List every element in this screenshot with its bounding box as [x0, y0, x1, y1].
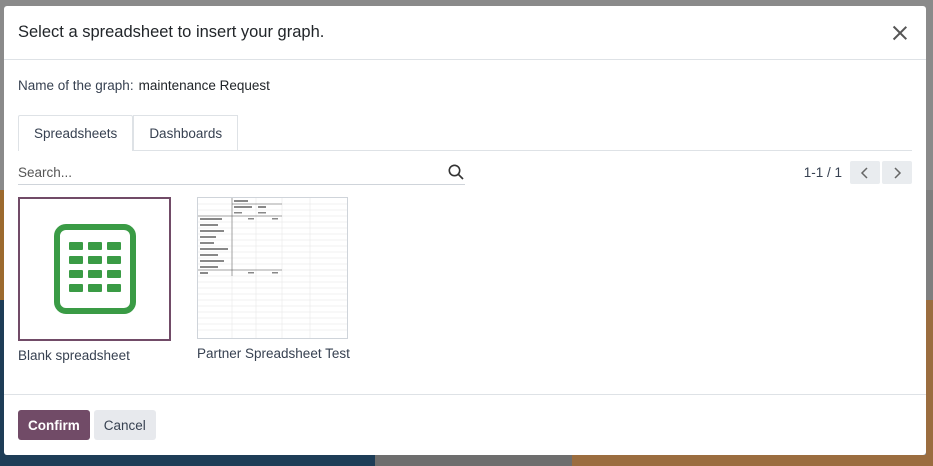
close-icon[interactable] [888, 21, 912, 45]
dialog-title: Select a spreadsheet to insert your grap… [18, 23, 325, 41]
confirm-button[interactable]: Confirm [18, 410, 90, 440]
search-box [18, 160, 465, 185]
chevron-right-icon [894, 166, 902, 179]
backdrop-panel [375, 455, 572, 466]
insert-graph-dialog: Select a spreadsheet to insert your grap… [4, 6, 926, 455]
graph-name-value: maintenance Request [138, 78, 270, 93]
dialog-footer: Confirm Cancel [4, 394, 926, 455]
tab-bar: Spreadsheets Dashboards [18, 115, 912, 151]
search-input[interactable] [18, 160, 438, 184]
spreadsheet-card-partner[interactable]: Partner Spreadsheet Test [197, 197, 350, 363]
spreadsheet-list: Blank spreadsheet Partner Spreadsheet Te… [18, 197, 912, 363]
backdrop-panel [0, 455, 375, 466]
partner-spreadsheet-thumbnail[interactable] [197, 197, 348, 339]
search-icon[interactable] [447, 163, 465, 181]
pager-next-button[interactable] [882, 161, 912, 184]
cancel-button[interactable]: Cancel [93, 410, 156, 440]
graph-name-label: Name of the graph: [18, 78, 134, 93]
spreadsheet-thumbnail-image [198, 198, 347, 338]
pager-value[interactable]: 1-1 / 1 [804, 165, 842, 180]
blank-spreadsheet-thumbnail[interactable] [18, 197, 171, 341]
tab-spreadsheets[interactable]: Spreadsheets [18, 115, 134, 151]
tab-dashboards[interactable]: Dashboards [133, 115, 239, 150]
backdrop-panel [572, 455, 933, 466]
dialog-header: Select a spreadsheet to insert your grap… [4, 6, 926, 60]
backdrop-panel [926, 300, 933, 466]
pager-previous-button[interactable] [850, 161, 880, 184]
spreadsheet-label[interactable]: Partner Spreadsheet Test [197, 346, 350, 361]
dialog-body: Name of the graph: maintenance Request S… [4, 60, 926, 394]
graph-name-row: Name of the graph: maintenance Request [18, 78, 912, 93]
spreadsheet-card-blank[interactable]: Blank spreadsheet [18, 197, 171, 363]
spreadsheet-label[interactable]: Blank spreadsheet [18, 348, 171, 363]
pager: 1-1 / 1 [804, 161, 912, 184]
spreadsheet-grid-icon [53, 224, 136, 314]
search-row: 1-1 / 1 [18, 160, 912, 185]
chevron-left-icon [860, 166, 868, 179]
